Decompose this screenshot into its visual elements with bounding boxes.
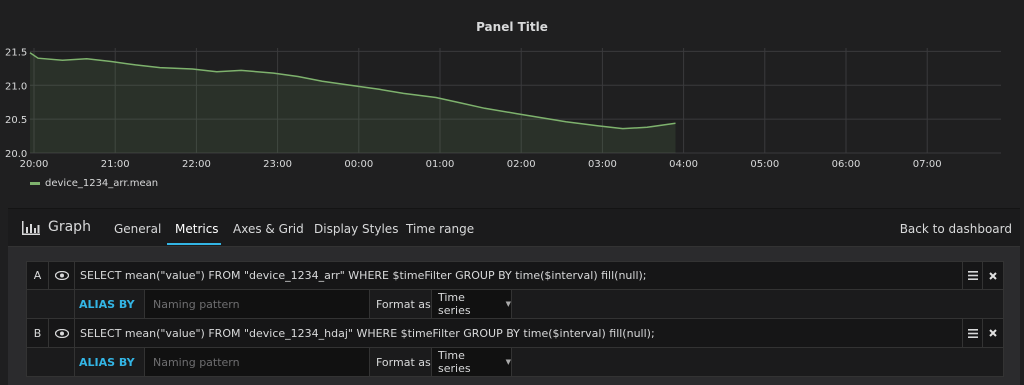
alias-row-b: ALIAS BY Naming pattern Format as Time s… [26, 348, 1004, 377]
panel-editor: Graph General Metrics Axes & Grid Displa… [8, 208, 1020, 385]
query-list: A SELECT mean("value") FROM "device_1234… [26, 261, 1004, 377]
close-icon[interactable] [983, 319, 1003, 347]
format-select-value: Time series [438, 291, 471, 317]
tab-general[interactable]: General [114, 222, 161, 236]
x-tick-label: 07:00 [913, 159, 942, 170]
hamburger-icon[interactable] [963, 262, 983, 289]
legend-label[interactable]: device_1234_arr.mean [45, 178, 158, 189]
x-tick-label: 03:00 [588, 159, 617, 170]
editor-tabs-bar: Graph General Metrics Axes & Grid Displa… [8, 209, 1020, 247]
x-tick-label: 21:00 [101, 159, 130, 170]
back-to-dashboard-link[interactable]: Back to dashboard [900, 222, 1012, 236]
y-tick-label: 21.0 [5, 81, 27, 92]
caret-down-icon: ▼ [505, 300, 511, 308]
legend-swatch [30, 182, 40, 185]
graph-panel: 20.0 20.5 21.0 21.5 20:00 21:00 22:00 23:00 00:0… [0, 0, 1024, 200]
series-area [30, 52, 676, 154]
x-tick-label: 00:00 [344, 159, 373, 170]
format-as-label: Format as [370, 290, 432, 318]
bar-chart-icon [22, 221, 40, 235]
x-tick-label: 20:00 [20, 159, 49, 170]
legend[interactable]: device_1234_arr.mean [30, 178, 158, 189]
x-tick-label: 04:00 [669, 159, 698, 170]
active-tab-indicator [167, 243, 221, 245]
x-tick-label: 02:00 [507, 159, 536, 170]
format-select-value: Time series [438, 349, 471, 375]
alias-spacer [27, 290, 75, 318]
panel-title[interactable]: Panel Title [0, 20, 1024, 34]
caret-down-icon: ▼ [505, 358, 511, 366]
format-as-label: Format as [370, 348, 432, 376]
tab-display-styles[interactable]: Display Styles [314, 222, 398, 236]
query-ref-label[interactable]: B [27, 319, 49, 347]
x-tick-label: 23:00 [263, 159, 292, 170]
hamburger-icon[interactable] [963, 319, 983, 347]
x-tick-label: 06:00 [832, 159, 861, 170]
dashboard-root: 20.0 20.5 21.0 21.5 20:00 21:00 22:00 23:00 00:0… [0, 0, 1024, 385]
query-text[interactable]: SELECT mean("value") FROM "device_1234_a… [75, 262, 963, 289]
alias-by-label: ALIAS BY [75, 290, 145, 318]
x-tick-label: 05:00 [750, 159, 779, 170]
alias-row-filler [512, 348, 1003, 376]
eye-icon[interactable] [49, 319, 75, 347]
tab-metrics[interactable]: Metrics [175, 222, 219, 236]
alias-row-filler [512, 290, 1003, 318]
query-row-b: B SELECT mean("value") FROM "device_1234… [26, 319, 1004, 348]
query-ref-label[interactable]: A [27, 262, 49, 289]
format-select[interactable]: Time series ▼ [432, 290, 512, 318]
y-tick-label: 21.5 [5, 47, 27, 58]
editor-panel-type: Graph [48, 219, 91, 235]
format-select[interactable]: Time series ▼ [432, 348, 512, 376]
query-text[interactable]: SELECT mean("value") FROM "device_1234_h… [75, 319, 963, 347]
x-tick-label: 22:00 [182, 159, 211, 170]
x-tick-label: 01:00 [426, 159, 455, 170]
eye-icon[interactable] [49, 262, 75, 289]
alias-by-label: ALIAS BY [75, 348, 145, 376]
y-tick-label: 20.5 [5, 115, 27, 126]
tab-axes-grid[interactable]: Axes & Grid [233, 222, 304, 236]
close-icon[interactable] [983, 262, 1003, 289]
query-row-a: A SELECT mean("value") FROM "device_1234… [26, 261, 1004, 290]
alias-input[interactable]: Naming pattern [145, 290, 370, 318]
tab-time-range[interactable]: Time range [406, 222, 474, 236]
alias-spacer [27, 348, 75, 376]
alias-input[interactable]: Naming pattern [145, 348, 370, 376]
alias-row-a: ALIAS BY Naming pattern Format as Time s… [26, 290, 1004, 319]
